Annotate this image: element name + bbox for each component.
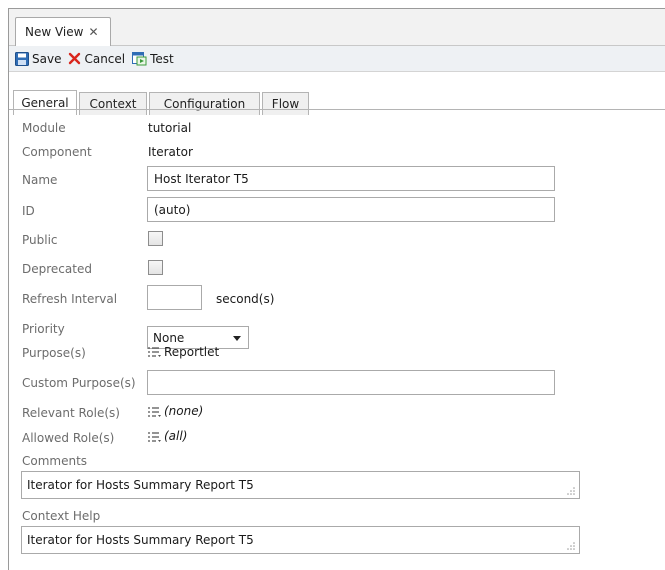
- tab-general[interactable]: General: [13, 90, 77, 115]
- editor-tab-strip: New View ✕: [9, 9, 665, 46]
- component-value: Iterator: [148, 145, 193, 159]
- public-checkbox[interactable]: [148, 231, 163, 246]
- list-edit-icon[interactable]: [148, 346, 162, 358]
- resize-grip-icon[interactable]: [567, 487, 575, 495]
- id-field-value: (auto): [154, 202, 191, 217]
- custom-purposes-field[interactable]: [147, 370, 555, 395]
- cancel-button[interactable]: Cancel: [68, 52, 125, 66]
- editor-tab-title: New View: [25, 25, 84, 39]
- tab-context[interactable]: Context: [79, 92, 147, 115]
- comments-textarea[interactable]: Iterator for Hosts Summary Report T5: [21, 471, 580, 499]
- relevant-roles-value[interactable]: (none): [164, 404, 203, 418]
- test-button[interactable]: Test: [132, 51, 174, 66]
- save-button[interactable]: Save: [15, 51, 62, 66]
- name-field[interactable]: Host Iterator T5: [147, 166, 555, 191]
- comments-value: Iterator for Hosts Summary Report T5: [27, 478, 254, 492]
- purposes-value[interactable]: Reportlet: [164, 345, 219, 359]
- test-label: Test: [150, 51, 174, 66]
- priority-select-value: None: [153, 330, 185, 345]
- test-icon: [132, 52, 147, 66]
- deprecated-checkbox[interactable]: [148, 260, 163, 275]
- section-tabs: General Context Configuration Flow: [9, 72, 665, 115]
- relevant-roles-label: Relevant Role(s): [22, 406, 120, 420]
- module-label: Module: [22, 121, 66, 135]
- public-label: Public: [22, 233, 58, 247]
- allowed-roles-label: Allowed Role(s): [22, 431, 115, 445]
- custom-purposes-label: Custom Purpose(s): [22, 376, 136, 390]
- id-label: ID: [22, 204, 35, 218]
- toolbar: Save Cancel Test: [9, 46, 665, 72]
- name-label: Name: [22, 173, 58, 187]
- deprecated-label: Deprecated: [22, 262, 92, 276]
- context-help-label: Context Help: [22, 509, 101, 523]
- tab-general-label: General: [21, 96, 69, 110]
- cancel-label: Cancel: [84, 51, 126, 66]
- module-value: tutorial: [148, 121, 192, 135]
- chevron-down-icon: [233, 336, 241, 341]
- priority-label: Priority: [22, 322, 65, 336]
- refresh-interval-field[interactable]: [147, 285, 202, 310]
- refresh-interval-unit: second(s): [216, 292, 275, 306]
- editor-frame: New View ✕ Save Cancel Test General Cont…: [8, 8, 665, 570]
- refresh-interval-label: Refresh Interval: [22, 292, 118, 306]
- comments-label: Comments: [22, 454, 88, 468]
- component-label: Component: [22, 145, 92, 159]
- name-field-value: Host Iterator T5: [154, 171, 249, 186]
- tab-flow[interactable]: Flow: [262, 92, 309, 115]
- allowed-roles-value[interactable]: (all): [164, 429, 187, 443]
- list-edit-icon[interactable]: [148, 431, 162, 443]
- tab-configuration[interactable]: Configuration: [149, 92, 260, 115]
- save-icon: [15, 51, 29, 66]
- id-field[interactable]: (auto): [147, 197, 555, 222]
- list-edit-icon[interactable]: [148, 406, 162, 418]
- cancel-icon: [69, 52, 81, 65]
- purposes-label: Purpose(s): [22, 346, 86, 360]
- close-icon[interactable]: ✕: [88, 25, 98, 39]
- save-label: Save: [32, 51, 62, 66]
- tab-divider: [9, 109, 665, 110]
- editor-tab-new-view[interactable]: New View ✕: [15, 17, 111, 46]
- resize-grip-icon[interactable]: [567, 542, 575, 550]
- context-help-value: Iterator for Hosts Summary Report T5: [27, 533, 254, 547]
- context-help-textarea[interactable]: Iterator for Hosts Summary Report T5: [21, 526, 580, 554]
